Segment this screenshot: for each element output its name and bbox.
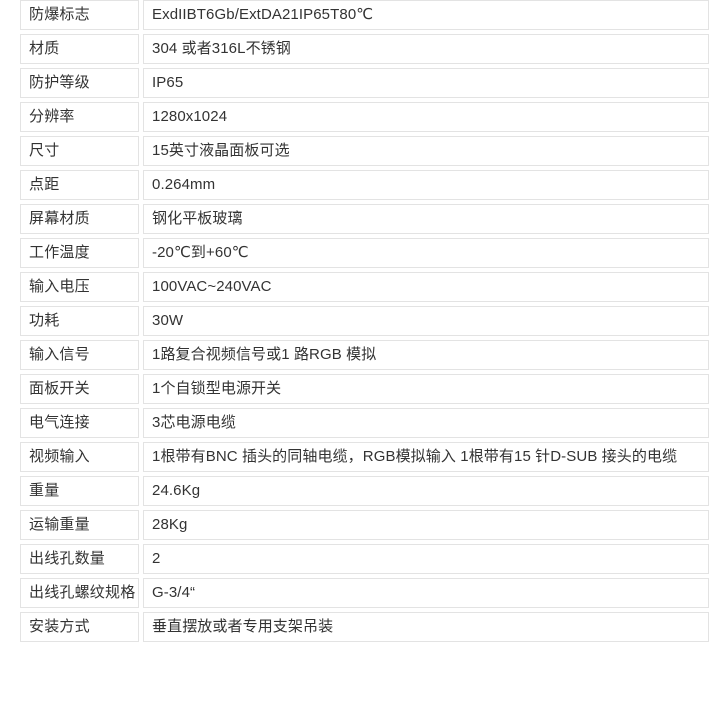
spec-value-cell: 24.6Kg [143,476,709,506]
spec-label-cell: 输入电压 [20,272,139,302]
spec-value-cell: ExdIIBT6Gb/ExtDA21IP65T80℃ [143,0,709,30]
spec-label-cell: 防护等级 [20,68,139,98]
spec-value-text: 1根带有BNC 插头的同轴电缆，RGB模拟输入 1根带有15 针D-SUB 接头… [152,448,678,465]
spec-label-text: 尺寸 [29,142,60,159]
spec-value-text: 3芯电源电缆 [152,414,236,431]
spec-label-text: 出线孔数量 [29,550,106,567]
spec-label-text: 功耗 [29,312,60,329]
spec-value-cell: 2 [143,544,709,574]
spec-value-cell: 钢化平板玻璃 [143,204,709,234]
table-row: 工作温度 -20℃到+60℃ [20,238,709,268]
spec-value-text: 2 [152,550,161,567]
spec-label-cell: 尺寸 [20,136,139,166]
spec-label-text: 输入电压 [29,278,90,295]
spec-value-cell: 0.264mm [143,170,709,200]
spec-label-text: 视频输入 [29,448,90,465]
spec-label-cell: 安装方式 [20,612,139,642]
table-row: 防护等级 IP65 [20,68,709,98]
table-row: 面板开关 1个自锁型电源开关 [20,374,709,404]
table-row: 安装方式 垂直摆放或者专用支架吊装 [20,612,709,642]
spec-label-text: 重量 [29,482,60,499]
table-row: 出线孔螺纹规格 G-3/4“ [20,578,709,608]
spec-value-cell: -20℃到+60℃ [143,238,709,268]
spec-label-cell: 工作温度 [20,238,139,268]
spec-label-text: 输入信号 [29,346,90,363]
spec-value-cell: G-3/4“ [143,578,709,608]
spec-value-text: -20℃到+60℃ [152,244,249,261]
spec-value-text: 1280x1024 [152,108,228,125]
spec-value-cell: 28Kg [143,510,709,540]
spec-label-text: 点距 [29,176,60,193]
spec-value-text: 304 或者316L不锈钢 [152,40,291,57]
spec-value-text: 垂直摆放或者专用支架吊装 [152,618,334,635]
spec-value-text: 0.264mm [152,176,216,193]
spec-label-cell: 材质 [20,34,139,64]
spec-label-cell: 运输重量 [20,510,139,540]
table-row: 电气连接 3芯电源电缆 [20,408,709,438]
spec-label-cell: 出线孔数量 [20,544,139,574]
specification-table: 防爆标志 ExdIIBT6Gb/ExtDA21IP65T80℃ 材质 304 或者31… [16,0,713,646]
spec-label-text: 面板开关 [29,380,90,397]
spec-label-cell: 点距 [20,170,139,200]
spec-label-cell: 输入信号 [20,340,139,370]
spec-label-text: 防护等级 [29,74,90,91]
table-row: 功耗 30W [20,306,709,336]
spec-value-text: G-3/4“ [152,584,196,601]
spec-label-cell: 分辨率 [20,102,139,132]
spec-value-text: 1路复合视频信号或1 路RGB 模拟 [152,346,377,363]
specification-table-container: 防爆标志 ExdIIBT6Gb/ExtDA21IP65T80℃ 材质 304 或者31… [20,0,709,646]
spec-label-cell: 重量 [20,476,139,506]
spec-label-cell: 出线孔螺纹规格 [20,578,139,608]
spec-value-text: 24.6Kg [152,482,201,499]
spec-value-text: 1个自锁型电源开关 [152,380,282,397]
spec-value-cell: 1280x1024 [143,102,709,132]
table-row: 视频输入 1根带有BNC 插头的同轴电缆，RGB模拟输入 1根带有15 针D-SU… [20,442,709,472]
table-row: 材质 304 或者316L不锈钢 [20,34,709,64]
spec-value-cell: 垂直摆放或者专用支架吊装 [143,612,709,642]
spec-label-cell: 视频输入 [20,442,139,472]
spec-label-text: 工作温度 [29,244,90,261]
spec-value-cell: 3芯电源电缆 [143,408,709,438]
spec-label-text: 屏幕材质 [29,210,90,227]
spec-value-text: 15英寸液晶面板可选 [152,142,290,159]
spec-value-text: 钢化平板玻璃 [152,210,243,227]
spec-value-text: 100VAC~240VAC [152,278,272,295]
table-row: 输入信号 1路复合视频信号或1 路RGB 模拟 [20,340,709,370]
spec-value-cell: 100VAC~240VAC [143,272,709,302]
spec-value-cell: 1根带有BNC 插头的同轴电缆，RGB模拟输入 1根带有15 针D-SUB 接头… [143,442,709,472]
spec-label-text: 分辨率 [29,108,75,125]
specification-table-body: 防爆标志 ExdIIBT6Gb/ExtDA21IP65T80℃ 材质 304 或者31… [20,0,709,642]
spec-value-cell: 1路复合视频信号或1 路RGB 模拟 [143,340,709,370]
table-row: 运输重量 28Kg [20,510,709,540]
spec-label-cell: 防爆标志 [20,0,139,30]
spec-value-text: ExdIIBT6Gb/ExtDA21IP65T80℃ [152,6,374,23]
spec-label-cell: 屏幕材质 [20,204,139,234]
spec-label-cell: 面板开关 [20,374,139,404]
spec-value-cell: 15英寸液晶面板可选 [143,136,709,166]
spec-label-text: 安装方式 [29,618,90,635]
spec-value-text: 28Kg [152,516,188,533]
spec-label-text: 材质 [29,40,60,57]
table-row: 屏幕材质 钢化平板玻璃 [20,204,709,234]
spec-value-text: 30W [152,312,184,329]
spec-label-text: 运输重量 [29,516,90,533]
spec-label-text: 出线孔螺纹规格 [29,584,136,601]
table-row: 重量 24.6Kg [20,476,709,506]
spec-value-cell: 1个自锁型电源开关 [143,374,709,404]
table-row: 出线孔数量 2 [20,544,709,574]
table-row: 尺寸 15英寸液晶面板可选 [20,136,709,166]
spec-value-text: IP65 [152,74,184,91]
spec-label-cell: 功耗 [20,306,139,336]
table-row: 分辨率 1280x1024 [20,102,709,132]
table-row: 点距 0.264mm [20,170,709,200]
spec-label-text: 电气连接 [29,414,90,431]
spec-value-cell: IP65 [143,68,709,98]
table-row: 防爆标志 ExdIIBT6Gb/ExtDA21IP65T80℃ [20,0,709,30]
spec-label-text: 防爆标志 [29,6,90,23]
table-row: 输入电压 100VAC~240VAC [20,272,709,302]
spec-value-cell: 30W [143,306,709,336]
spec-value-cell: 304 或者316L不锈钢 [143,34,709,64]
spec-label-cell: 电气连接 [20,408,139,438]
